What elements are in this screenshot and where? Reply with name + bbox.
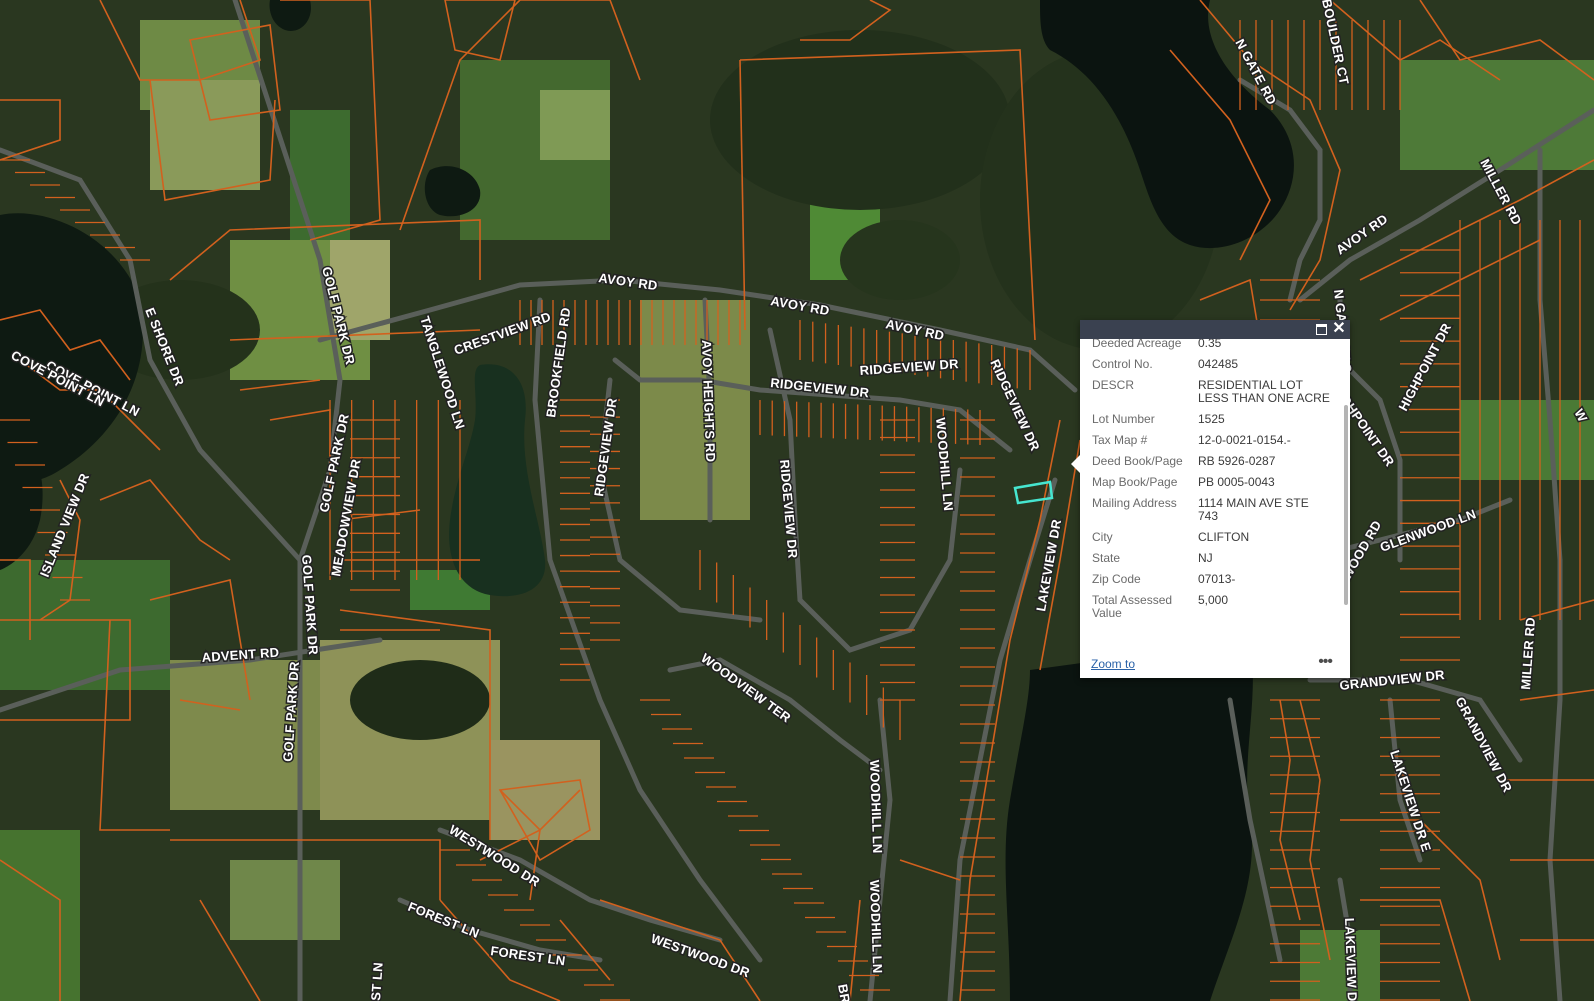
attribute-name: City: [1092, 530, 1113, 544]
attribute-value: RESIDENTIAL LOT LESS THAN ONE ACRE: [1198, 378, 1330, 405]
attribute-row: Deed Book/Page RB 5926-0287: [1080, 451, 1332, 472]
attribute-name: DESCR: [1092, 378, 1135, 392]
road-label: BR: [835, 983, 853, 1001]
attribute-name: Lot Number: [1092, 412, 1155, 426]
attribute-table: Deeded Acreage 0.35 Control No. 042485 DESCR…: [1080, 339, 1332, 624]
popup-attributes[interactable]: Deeded Acreage 0.35 Control No. 042485 DESCR…: [1080, 339, 1350, 651]
attribute-value: RB 5926-0287: [1198, 454, 1276, 468]
attribute-row: Tax Map # 12-0-0021-0154.-: [1080, 430, 1332, 451]
zoom-to-link[interactable]: Zoom to: [1091, 657, 1135, 671]
attribute-row: DESCR RESIDENTIAL LOT LESS THAN ONE ACRE: [1080, 375, 1332, 409]
popup-scrollbar[interactable]: [1344, 405, 1348, 605]
road-label: ST LN: [368, 962, 386, 1001]
attribute-value: 1525: [1198, 412, 1225, 426]
attribute-value: CLIFTON: [1198, 530, 1250, 544]
attribute-name: Deeded Acreage: [1092, 339, 1182, 350]
attribute-row: Control No. 042485: [1080, 354, 1332, 375]
attribute-row: Lot Number 1525: [1080, 409, 1332, 430]
attribute-name: Map Book/Page: [1092, 475, 1178, 489]
popup-footer: Zoom to •••: [1080, 651, 1350, 678]
attribute-value: 07013-: [1198, 572, 1236, 586]
attribute-value: 1114 MAIN AVE STE 743: [1198, 496, 1309, 523]
popup-pointer: [1071, 455, 1080, 473]
map-view[interactable]: AVOY RD AVOY RD AVOY RD AVOY RD CRESTVIE…: [0, 0, 1594, 1001]
attribute-value: 5,000: [1198, 593, 1229, 607]
attribute-name: Mailing Address: [1092, 496, 1177, 510]
attribute-row: Map Book/Page PB 0005-0043: [1080, 472, 1332, 493]
parcel-popup: ✕ Deeded Acreage 0.35 Control No. 042485 DES…: [1071, 320, 1350, 678]
popup-header: ✕: [1080, 320, 1350, 339]
attribute-row: Mailing Address 1114 MAIN AVE STE 743: [1080, 493, 1332, 527]
more-actions-button[interactable]: •••: [1318, 653, 1333, 671]
attribute-row: Total Assessed Value 5,000: [1080, 590, 1332, 624]
attribute-row: City CLIFTON: [1080, 527, 1332, 548]
maximize-icon[interactable]: [1314, 322, 1328, 336]
attribute-name: Tax Map #: [1092, 433, 1148, 447]
attribute-name: Deed Book/Page: [1092, 454, 1183, 468]
attribute-value: PB 0005-0043: [1198, 475, 1275, 489]
attribute-value: 042485: [1198, 357, 1239, 371]
attribute-row: Deeded Acreage 0.35: [1080, 339, 1332, 354]
close-icon[interactable]: ✕: [1332, 321, 1346, 337]
attribute-value: 0.35: [1198, 339, 1222, 350]
lake-southeast: [1005, 640, 1253, 1001]
road-label: LAKEVIEW DR: [1342, 918, 1360, 1001]
attribute-value: NJ: [1198, 551, 1213, 565]
attribute-row: State NJ: [1080, 548, 1332, 569]
attribute-name: Zip Code: [1092, 572, 1141, 586]
attribute-name: Total Assessed Value: [1092, 593, 1173, 620]
attribute-row: Zip Code 07013-: [1080, 569, 1332, 590]
attribute-value: 12-0-0021-0154.-: [1198, 433, 1291, 447]
attribute-name: State: [1092, 551, 1121, 565]
attribute-name: Control No.: [1092, 357, 1153, 371]
